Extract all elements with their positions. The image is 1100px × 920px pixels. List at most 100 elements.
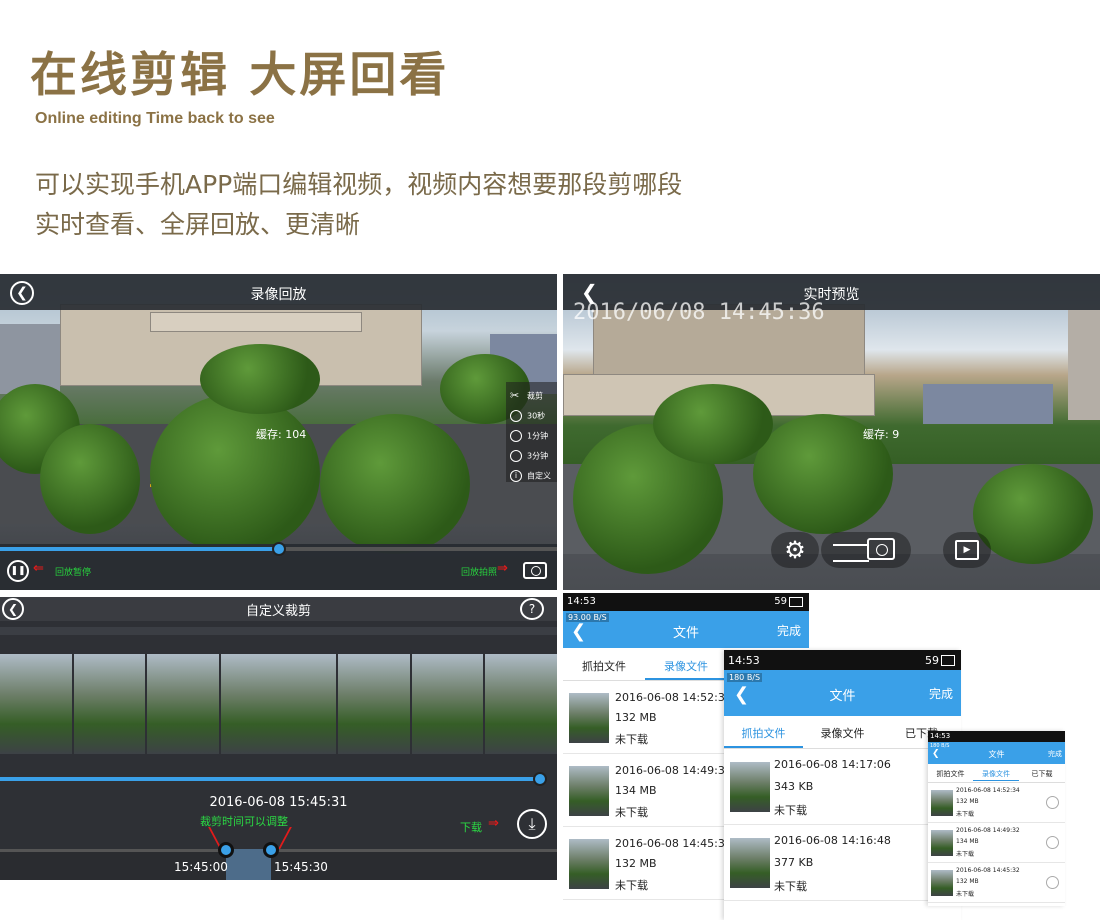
end-handle[interactable] <box>263 842 279 858</box>
playback-header: ❮ 录像回放 <box>0 274 557 310</box>
done-button[interactable]: 完成 <box>929 685 953 702</box>
progress-track[interactable] <box>0 542 557 556</box>
select-radio[interactable] <box>1046 796 1059 809</box>
buffer-readout: 缓存: 9 <box>863 428 900 441</box>
files-title: 文件 <box>672 626 699 641</box>
crop-progress[interactable] <box>0 777 540 781</box>
video-playback-icon[interactable]: ▶ <box>955 540 979 560</box>
file-tabs: 抓拍文件 录像文件 已下载 <box>724 718 961 749</box>
tab-video-files[interactable]: 录像文件 <box>803 725 882 741</box>
done-button[interactable]: 完成 <box>1048 749 1062 759</box>
pause-button[interactable]: ❚❚ <box>7 560 29 582</box>
select-radio[interactable] <box>1046 836 1059 849</box>
done-button[interactable]: 完成 <box>777 622 801 639</box>
file-row[interactable]: 2016-06-08 14:45:32 132 MB 未下载 <box>928 864 1065 903</box>
progress-handle[interactable] <box>533 772 547 786</box>
status-bar: 14:53 <box>928 731 1065 742</box>
file-row[interactable]: 2016-06-08 14:49:32 134 MB 未下载 <box>928 824 1065 863</box>
custom-crop-panel: ❮ 自定义裁剪 ? 2016-06-08 15:45:31 裁剪时间可以调整 下… <box>0 597 557 880</box>
frame-thumbnail <box>221 654 336 754</box>
video-thumbnail <box>931 830 953 856</box>
record-icon[interactable] <box>833 544 869 562</box>
file-tabs: 抓拍文件 录像文件 已下载 <box>928 766 1065 783</box>
video-thumbnail <box>569 766 609 816</box>
crop-title: 自定义裁剪 <box>245 604 311 619</box>
tab-video-files[interactable]: 录像文件 <box>973 769 1019 779</box>
files-app-bar: 93.00 B/S ❮ 文件 完成 <box>563 611 809 648</box>
arrow-icon: ⇐ <box>33 561 44 576</box>
hero-title: 在线剪辑 大屏回看 <box>30 48 450 103</box>
files-title: 文件 <box>829 689 856 704</box>
record-snapshot-group <box>821 532 911 568</box>
crop-menu-item[interactable]: ✂ 裁剪 <box>510 390 543 402</box>
frame-thumbnail <box>485 654 557 754</box>
frame-thumbnail <box>147 654 220 754</box>
crop-custom-item[interactable]: i 自定义 <box>510 470 551 482</box>
crop-header: ❮ 自定义裁剪 ? <box>0 597 557 621</box>
crop-menu: ✂ 裁剪 30秒 1分钟 3分钟 i 自定义 <box>506 382 557 482</box>
help-button[interactable]: ? <box>520 598 544 620</box>
hero-description-line-2: 实时查看、全屏回放、更清晰 <box>35 210 361 239</box>
video-thumbnail <box>569 693 609 743</box>
snapshot-note: 回放拍照 <box>461 568 498 578</box>
progress-fill <box>0 547 279 551</box>
camera-icon[interactable] <box>523 562 547 579</box>
frame-thumbnail <box>337 654 410 754</box>
battery-level: 59 <box>774 596 787 607</box>
battery-icon <box>941 655 955 666</box>
osd-timestamp: 2016/06/08 14:45:36 <box>573 300 825 325</box>
active-tab-indicator <box>724 746 803 748</box>
file-row[interactable]: 2016-06-08 14:17:06 343 KB 未下载 <box>724 750 961 825</box>
progress-handle[interactable] <box>271 542 286 556</box>
clock-icon <box>510 450 522 462</box>
crop-1min-item[interactable]: 1分钟 <box>510 430 548 442</box>
battery-level: 59 <box>925 654 939 667</box>
battery-icon <box>789 597 803 607</box>
status-bar: 14:53 59 <box>563 593 809 611</box>
hero-subtitle: Online editing Time back to see <box>35 110 275 127</box>
buffer-readout: 缓存: 104 <box>256 428 307 441</box>
select-radio[interactable] <box>1046 876 1059 889</box>
hero-description-line-1: 可以实现手机APP端口编辑视频，视频内容想要那段剪哪段 <box>35 170 683 199</box>
clock-icon <box>510 430 522 442</box>
pause-note: 回放暂停 <box>55 568 92 578</box>
tab-snapshot-files[interactable]: 抓拍文件 <box>563 658 645 674</box>
download-button[interactable]: ⤓ <box>517 809 547 839</box>
video-thumbnail <box>931 870 953 896</box>
tab-downloaded[interactable]: 已下载 <box>1019 769 1065 779</box>
live-toolbar: ⚙ ▶ <box>563 532 1100 572</box>
frame-thumbnail <box>73 654 146 754</box>
playback-title: 录像回放 <box>250 287 307 303</box>
playback-controls: ❚❚ ⇐ 回放暂停 回放拍照 ⇒ <box>0 542 557 590</box>
video-thumbnail <box>931 790 953 816</box>
download-note: 下载 <box>460 821 482 834</box>
playback-panel: ❮ 录像回放 缓存: 104 ✂ 裁剪 30秒 1分钟 3分钟 i 自定义 ❚❚ ⇐… <box>0 274 557 590</box>
crop-timestamp: 2016-06-08 15:45:31 <box>209 795 348 810</box>
settings-icon[interactable]: ⚙ <box>771 532 819 568</box>
files-app-bar: 180 B/S ❮ 文件 完成 <box>724 670 961 716</box>
photo-thumbnail <box>730 762 770 812</box>
active-tab-indicator <box>973 780 1019 781</box>
file-row[interactable]: 2016-06-08 14:16:48 377 KB 未下载 <box>724 826 961 901</box>
frame-thumbnail <box>0 654 72 754</box>
photo-thumbnail <box>730 838 770 888</box>
crop-30s-item[interactable]: 30秒 <box>510 410 545 422</box>
speed-badge: 180 B/S <box>727 673 763 682</box>
file-row[interactable]: 2016-06-08 14:52:34 132 MB 未下载 <box>928 784 1065 823</box>
start-time: 15:45:00 <box>174 860 228 874</box>
end-time: 15:45:30 <box>274 860 328 874</box>
playback-gallery-group: ▶ <box>943 532 991 568</box>
start-handle[interactable] <box>218 842 234 858</box>
timeline[interactable]: 15:45:00 15:45:30 <box>0 842 557 880</box>
clock-icon <box>510 410 522 422</box>
camera-icon[interactable] <box>867 538 895 560</box>
files-screen-mid: 14:53 59 180 B/S ❮ 文件 完成 抓拍文件 录像文件 已下载 2… <box>724 650 961 920</box>
frame-thumbnail <box>411 654 484 754</box>
tab-snapshot-files[interactable]: 抓拍文件 <box>928 769 973 779</box>
tab-video-files[interactable]: 录像文件 <box>645 658 727 674</box>
arrow-icon: ⇒ <box>497 561 508 576</box>
status-bar: 14:53 59 <box>724 650 961 670</box>
crop-3min-item[interactable]: 3分钟 <box>510 450 548 462</box>
tab-snapshot-files[interactable]: 抓拍文件 <box>724 725 803 741</box>
video-thumbnail <box>569 839 609 889</box>
